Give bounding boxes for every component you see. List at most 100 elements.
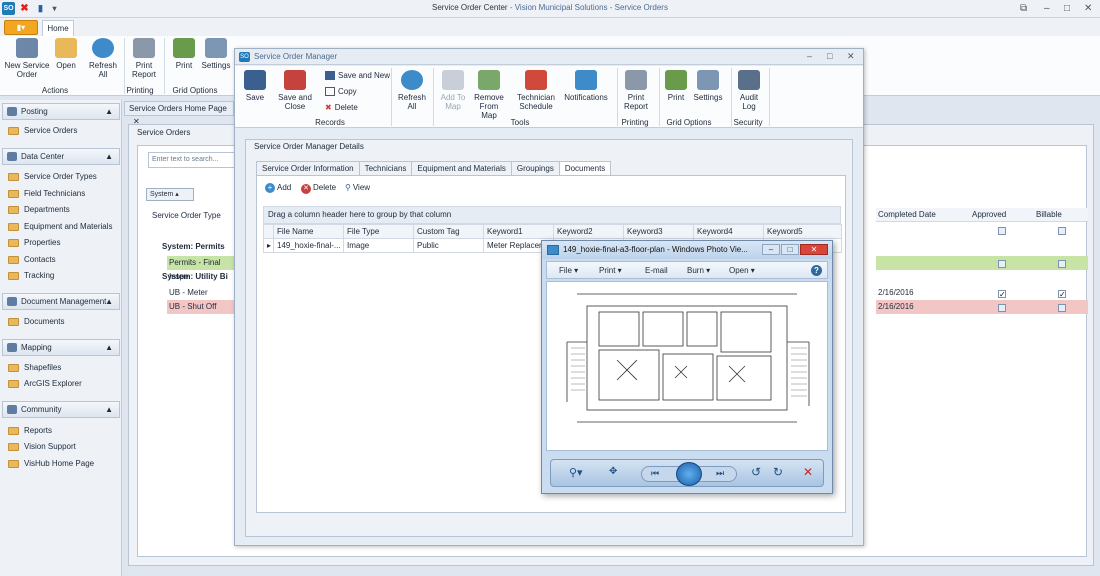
group-row-utility[interactable]: System: Utility Bi [162,272,228,281]
print-button[interactable]: Print [663,70,689,102]
refresh-all-button[interactable]: Refresh All [84,38,122,79]
save-button[interactable]: Save [241,70,269,102]
column-header-keyword4[interactable]: Keyword4 [693,224,764,239]
sidebar-item-arcgis-explorer[interactable]: ArcGIS Explorer [8,379,82,389]
section-community[interactable]: Community ▲ [2,401,120,418]
tab-home[interactable]: Home [42,20,74,37]
maximize-icon[interactable]: □ [827,51,832,61]
search-input[interactable]: Enter text to search... [148,152,248,168]
section-data-center[interactable]: Data Center ▲ [2,148,120,165]
delete-button[interactable]: ✖ Delete [325,103,358,112]
filter-billable-checkbox[interactable] [1058,226,1066,235]
save-and-new-button[interactable]: Save and New [325,71,390,81]
minimize-icon[interactable]: – [1044,3,1050,14]
tab-equipment-and-materials[interactable]: Equipment and Materials [411,161,512,175]
tab-technicians[interactable]: Technicians [358,161,413,175]
sidebar-item-contacts[interactable]: Contacts [8,255,56,265]
print-report-button[interactable]: Print Report [128,38,160,79]
menu-email[interactable]: E-mail [645,266,668,275]
save-and-close-button[interactable]: Save and Close [273,70,317,111]
row-permits[interactable]: Permits - Final Inspe [167,256,237,281]
help-icon[interactable]: ? [811,265,822,276]
column-header-billable[interactable]: Billable [1036,210,1062,219]
tab-documents[interactable]: Documents [558,161,612,175]
doc-tab-service-orders-home[interactable]: Service Orders Home Page ✕ [124,101,234,126]
approved-checkbox[interactable] [998,289,1006,298]
group-by-hint[interactable]: Drag a column header here to group by th… [263,206,841,224]
column-header-keyword5[interactable]: Keyword5 [763,224,842,239]
section-mapping[interactable]: Mapping ▲ [2,339,120,356]
column-header-service-order-type[interactable]: Service Order Type [152,211,221,220]
minimize-icon[interactable]: – [807,51,812,61]
row-permits-right[interactable] [876,256,1088,270]
technician-schedule-button[interactable]: Technician Schedule [515,70,557,111]
settings-button[interactable]: Settings [200,38,232,70]
rotate-right-icon[interactable]: ↻ [773,465,783,479]
minimize-icon[interactable]: – [762,244,780,255]
settings-button[interactable]: Settings [693,70,723,102]
billable-checkbox[interactable] [1058,259,1066,268]
section-document-management[interactable]: Document Management ▲ [2,293,120,310]
section-posting[interactable]: Posting ▲ [2,103,120,120]
sidebar-item-reports[interactable]: Reports [8,426,52,436]
menu-file[interactable]: File ▾ [559,266,578,275]
menu-print[interactable]: Print ▾ [599,266,622,275]
previous-icon[interactable]: ⏮ [651,468,659,479]
approved-checkbox[interactable] [998,303,1006,312]
close-icon[interactable]: ✕ [1084,3,1092,14]
open-button[interactable]: Open [52,38,80,70]
maximize-icon[interactable]: □ [781,244,799,255]
column-header-custom-tag[interactable]: Custom Tag [413,224,484,239]
group-row-permits[interactable]: System: Permits [162,242,225,251]
close-icon[interactable]: ✕ [800,244,828,255]
cell-file-type[interactable]: Image [343,238,414,253]
doc-view-button[interactable]: ⚲ View [345,183,370,192]
sidebar-item-properties[interactable]: Properties [8,238,60,248]
column-header-approved[interactable]: Approved [972,210,1006,219]
floor-plan-image[interactable] [547,282,827,450]
column-header-keyword1[interactable]: Keyword1 [483,224,554,239]
sidebar-item-departments[interactable]: Departments [8,205,70,215]
column-header-keyword3[interactable]: Keyword3 [623,224,694,239]
audit-log-button[interactable]: Audit Log [735,70,763,111]
close-icon[interactable]: ✕ [847,51,855,62]
delete-icon[interactable]: ✕ [803,465,813,479]
billable-checkbox[interactable] [1058,289,1066,298]
column-header-file-type[interactable]: File Type [343,224,414,239]
sidebar-item-service-orders[interactable]: Service Orders [8,126,77,136]
approved-checkbox[interactable] [998,259,1006,268]
sidebar-item-tracking[interactable]: Tracking [8,271,54,281]
tab-service-order-information[interactable]: Service Order Information [256,161,360,175]
remove-from-map-button[interactable]: Remove From Map [471,70,507,120]
sidebar-item-vishub-home-page[interactable]: VisHub Home Page [8,459,94,469]
row-shut-off[interactable]: UB - Shut Off [167,300,237,314]
next-icon[interactable]: ⏭ [716,468,724,479]
column-header-keyword2[interactable]: Keyword2 [553,224,624,239]
refresh-all-button[interactable]: Refresh All [395,70,429,111]
sidebar-item-vision-support[interactable]: Vision Support [8,442,76,452]
doc-delete-button[interactable]: ✕ Delete [301,183,336,194]
restore-icon[interactable]: ⧉ [1020,3,1027,14]
new-service-order-button[interactable]: New Service Order [4,38,50,79]
copy-button[interactable]: Copy [325,87,357,97]
cell-custom-tag[interactable]: Public [413,238,484,253]
sidebar-item-shapefiles[interactable]: Shapefiles [8,363,61,373]
billable-checkbox[interactable] [1058,303,1066,312]
tab-groupings[interactable]: Groupings [510,161,560,175]
add-to-map-button[interactable]: Add To Map [437,70,469,111]
column-header-completed-date[interactable]: Completed Date [878,210,936,219]
print-button[interactable]: Print [170,38,198,70]
file-menu-button[interactable]: ▮▾ [4,20,38,35]
actual-size-icon[interactable]: ✥ [609,466,617,477]
menu-open[interactable]: Open ▾ [729,266,755,275]
slideshow-button[interactable] [676,462,702,486]
zoom-icon[interactable]: ⚲▾ [569,466,583,479]
rotate-left-icon[interactable]: ↺ [751,465,761,479]
cell-file-name[interactable]: 149_hoxie-final-... [273,238,344,253]
menu-burn[interactable]: Burn ▾ [687,266,710,275]
sidebar-item-documents[interactable]: Documents [8,317,64,327]
sidebar-item-equipment-and-materials[interactable]: Equipment and Materials [8,222,113,232]
group-chip-system[interactable]: System ▴ [146,188,194,201]
notifications-button[interactable]: Notifications [563,70,609,102]
maximize-icon[interactable]: □ [1064,3,1070,14]
